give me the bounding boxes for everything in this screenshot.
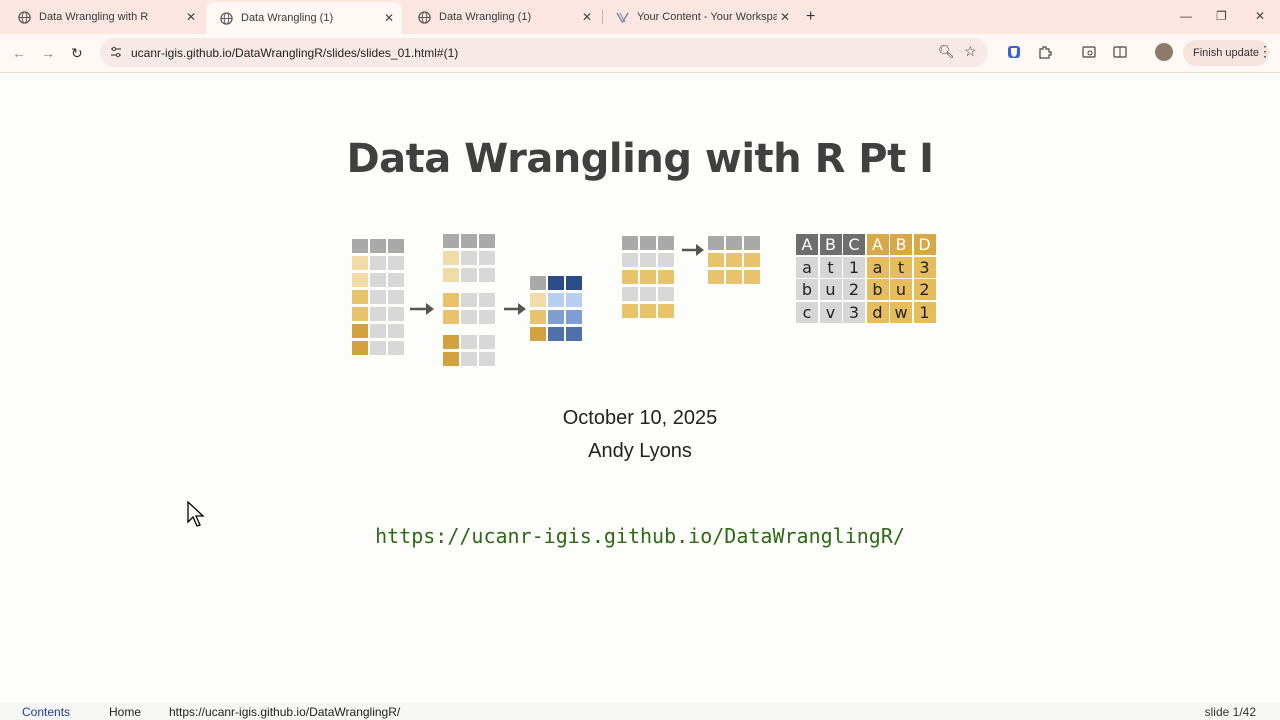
workspace-icon (616, 11, 629, 23)
zoom-icon[interactable]: 🔍︎ (938, 44, 955, 60)
join-table-header-cell: B (890, 234, 912, 255)
join-table-cell: v (819, 301, 842, 323)
join-table-cell: t (819, 256, 842, 278)
close-icon[interactable]: ✕ (780, 10, 790, 24)
mouse-cursor-icon (187, 500, 205, 527)
home-link[interactable]: Home (109, 705, 141, 719)
join-table-graphic: ABCABDat1at3bu2bu2cv3dw1 (796, 234, 936, 326)
close-icon[interactable]: ✕ (186, 10, 196, 24)
join-table-header-cell: C (843, 234, 865, 255)
forward-arrow-icon[interactable]: → (41, 45, 55, 61)
join-table-cell: 2 (843, 279, 865, 300)
reload-icon[interactable]: ↻ (71, 45, 83, 62)
tab-data-wrangling-1[interactable]: Data Wrangling (1) ✕ (404, 4, 600, 30)
bitwarden-icon[interactable] (1007, 45, 1021, 59)
url-text: ucanr-igis.github.io/DataWranglingR/slid… (131, 46, 459, 60)
globe-icon (18, 10, 31, 24)
menu-kebab-icon[interactable]: ⋮ (1258, 43, 1272, 60)
profile-avatar[interactable] (1155, 43, 1173, 61)
tab-title: Data Wrangling (1) (439, 11, 532, 23)
finish-update-button[interactable]: Finish update (1183, 40, 1270, 66)
tab-title: Your Content - Your Workspace (637, 11, 777, 23)
filter-table-graphic (622, 236, 674, 318)
join-table-cell: 1 (843, 256, 865, 278)
grouped-table-graphic (352, 239, 404, 355)
extensions-icon[interactable] (1038, 45, 1052, 59)
tab-title: Data Wrangling (1) (241, 12, 334, 24)
globe-icon (418, 10, 431, 24)
join-table-header-cell: B (819, 234, 842, 255)
tab-strip: Data Wrangling with R ✕ Data Wrangling (… (0, 0, 1280, 34)
join-table-cell: 3 (913, 256, 936, 278)
slide-footer: Contents Home https://ucanr-igis.github.… (0, 703, 1280, 720)
join-table-cell: 2 (913, 279, 936, 300)
slide-author: Andy Lyons (588, 440, 692, 462)
new-tab-button[interactable]: + (806, 8, 815, 26)
slide-date: October 10, 2025 (562, 407, 718, 429)
join-table-cell: w (890, 301, 912, 323)
close-icon[interactable]: ✕ (582, 10, 592, 24)
join-table-cell: u (890, 279, 912, 300)
globe-icon (220, 11, 233, 25)
join-table-cell: a (866, 256, 889, 278)
tab-data-wrangling-with-r[interactable]: Data Wrangling with R ✕ (4, 4, 204, 30)
arrow-icon (504, 303, 526, 315)
tab-search-icon[interactable] (1082, 45, 1096, 59)
address-bar[interactable]: ucanr-igis.github.io/DataWranglingR/slid… (100, 38, 988, 67)
window-close-icon[interactable]: ✕ (1255, 9, 1265, 23)
join-table-header-cell: D (913, 234, 936, 255)
slide-counter: slide 1/42 (1204, 705, 1256, 719)
join-table-cell: a (796, 256, 818, 278)
join-table-cell: 3 (843, 301, 865, 323)
tab-data-wrangling-1-active[interactable]: Data Wrangling (1) ✕ (206, 2, 402, 34)
join-table-cell: d (866, 301, 889, 323)
browser-toolbar: ← → ↻ ucanr-igis.github.io/DataWrangling… (0, 34, 1280, 73)
split-table-graphic (443, 234, 495, 366)
join-table-cell: u (819, 279, 842, 300)
slide-title: Data Wrangling with R Pt I (346, 136, 934, 182)
close-icon[interactable]: ✕ (384, 11, 394, 25)
restore-icon[interactable]: ❐ (1216, 9, 1227, 23)
arrow-icon (682, 244, 704, 256)
minimize-icon[interactable]: — (1180, 9, 1192, 23)
tab-title: Data Wrangling with R (39, 11, 149, 23)
join-table-cell: t (890, 256, 912, 278)
footer-url-link[interactable]: https://ucanr-igis.github.io/DataWrangli… (169, 705, 400, 719)
tab-your-content[interactable]: Your Content - Your Workspace ✕ (602, 4, 798, 30)
filtered-table-graphic (708, 236, 760, 284)
join-table-cell: b (866, 279, 889, 300)
back-arrow-icon[interactable]: ← (12, 45, 26, 61)
join-table-header-cell: A (866, 234, 889, 255)
site-settings-icon[interactable] (110, 46, 122, 58)
contents-link[interactable]: Contents (22, 705, 70, 719)
arrow-icon (410, 303, 434, 315)
reading-list-icon[interactable] (1113, 45, 1127, 59)
join-table-header-cell: A (796, 234, 818, 255)
summary-table-graphic (530, 276, 582, 341)
bookmark-star-icon[interactable]: ☆ (964, 43, 977, 60)
join-table-cell: 1 (913, 301, 936, 323)
join-table-cell: c (796, 301, 818, 323)
join-table-cell: b (796, 279, 818, 300)
